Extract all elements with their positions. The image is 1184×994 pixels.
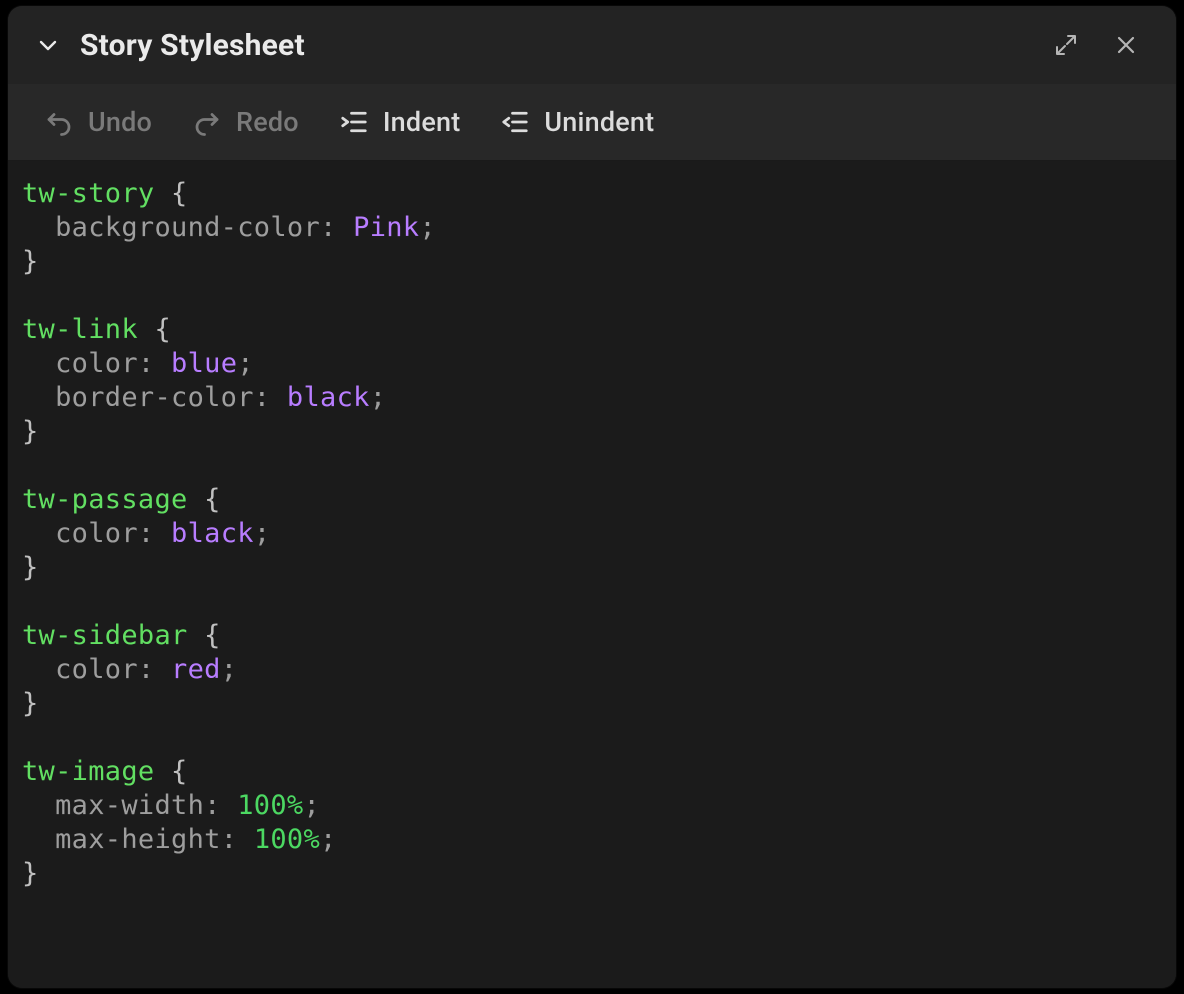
undo-button[interactable]: Undo [44, 106, 152, 138]
unindent-label: Unindent [544, 106, 654, 138]
chevron-down-icon [36, 33, 60, 57]
unindent-icon [500, 107, 530, 137]
close-button[interactable] [1106, 25, 1146, 65]
collapse-toggle[interactable] [36, 33, 60, 57]
indent-button[interactable]: Indent [339, 106, 461, 138]
expand-icon [1054, 33, 1078, 57]
code-editor[interactable]: tw-story { background-color: Pink; } tw-… [8, 161, 1176, 988]
close-icon [1114, 33, 1138, 57]
panel-title: Story Stylesheet [80, 28, 305, 63]
redo-label: Redo [236, 106, 299, 138]
indent-label: Indent [383, 106, 461, 138]
unindent-button[interactable]: Unindent [500, 106, 654, 138]
redo-button[interactable]: Redo [192, 106, 299, 138]
indent-icon [339, 107, 369, 137]
toolbar: Undo Redo Indent Unin [8, 84, 1176, 161]
undo-icon [44, 107, 74, 137]
stylesheet-panel: Story Stylesheet Undo [8, 6, 1176, 988]
redo-icon [192, 107, 222, 137]
expand-button[interactable] [1046, 25, 1086, 65]
title-bar: Story Stylesheet [8, 6, 1176, 84]
undo-label: Undo [88, 106, 152, 138]
